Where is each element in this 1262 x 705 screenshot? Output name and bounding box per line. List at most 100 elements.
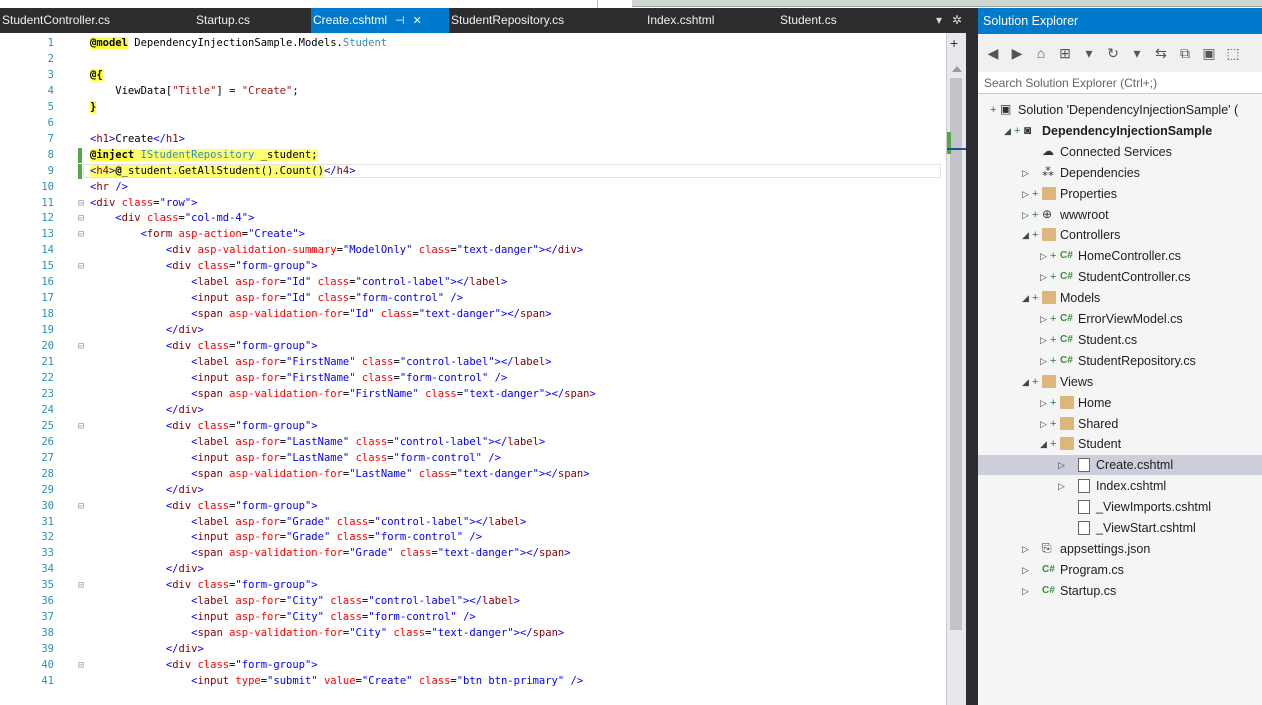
tree-item-dependencies[interactable]: ▷ ⁂ Dependencies: [978, 163, 1262, 183]
tab-studentcontroller-cs[interactable]: StudentController.cs: [0, 8, 194, 33]
collapse-icon[interactable]: ⊟: [78, 658, 84, 673]
tree-item-models[interactable]: ◢ + Models: [978, 288, 1262, 308]
tree-item-home[interactable]: ▷ + Home: [978, 393, 1262, 413]
tree-item-create-cshtml[interactable]: ▷ Create.cshtml: [978, 455, 1262, 476]
code-line[interactable]: 13 ⊟ <form asp-action="Create">: [0, 227, 946, 242]
collapse-icon[interactable]: ⊟: [78, 419, 84, 434]
close-tab-icon[interactable]: ✕: [413, 9, 422, 33]
code-line[interactable]: 10 <hr />: [0, 180, 946, 195]
collapsed-arrow-icon[interactable]: ▷: [1022, 560, 1029, 580]
tree-item-solution-dependencyinjectionsample[interactable]: + ▣ Solution 'DependencyInjectionSample' (: [978, 100, 1262, 120]
collapse-icon[interactable]: ⊟: [78, 227, 84, 242]
editor-vertical-scrollbar[interactable]: +: [946, 33, 967, 705]
expanded-arrow-icon[interactable]: ◢: [1004, 121, 1011, 141]
code-line[interactable]: 24 </div>: [0, 403, 946, 418]
collapsed-arrow-icon[interactable]: ▷: [1022, 163, 1029, 183]
expanded-arrow-icon[interactable]: ◢: [1022, 372, 1029, 392]
collapsed-arrow-icon[interactable]: ▷: [1040, 309, 1047, 329]
collapsed-arrow-icon[interactable]: ▷: [1040, 330, 1047, 350]
code-line[interactable]: 33 <span asp-validation-for="Grade" clas…: [0, 546, 946, 561]
code-line[interactable]: 8 @inject IStudentRepository _student;: [0, 147, 946, 163]
tab-startup-cs[interactable]: Startup.cs: [194, 8, 311, 33]
collapse-icon[interactable]: ⊟: [78, 499, 84, 514]
properties-icon[interactable]: ⬚: [1224, 43, 1242, 63]
code-line[interactable]: 32 <input asp-for="Grade" class="form-co…: [0, 530, 946, 545]
tree-item-startup-cs[interactable]: ▷ C# Startup.cs: [978, 581, 1262, 601]
code-editor[interactable]: 1 @model DependencyInjectionSample.Models…: [0, 33, 946, 705]
collapsed-arrow-icon[interactable]: ▷: [1040, 246, 1047, 266]
code-line[interactable]: 29 </div>: [0, 483, 946, 498]
expanded-arrow-icon[interactable]: ◢: [1022, 288, 1029, 308]
collapsed-arrow-icon[interactable]: ▷: [1040, 414, 1047, 434]
tree-item-controllers[interactable]: ◢ + Controllers: [978, 225, 1262, 245]
tab-dropdown-icon[interactable]: ▾: [936, 8, 942, 33]
tree-item-views[interactable]: ◢ + Views: [978, 372, 1262, 392]
scrollbar-thumb[interactable]: [950, 78, 962, 630]
back-icon[interactable]: ◀: [984, 43, 1002, 63]
tree-item-errorviewmodel-cs[interactable]: ▷ + C# ErrorViewModel.cs: [978, 309, 1262, 329]
tab-student-cs[interactable]: Student.cs: [778, 8, 936, 33]
pending-changes-icon[interactable]: ↻: [1104, 43, 1122, 63]
tree-item-viewstart-cshtml[interactable]: _ViewStart.cshtml: [978, 518, 1262, 538]
code-line[interactable]: 37 <input asp-for="City" class="form-con…: [0, 610, 946, 625]
tree-item-wwwroot[interactable]: ▷ + ⊕ wwwroot: [978, 205, 1262, 225]
settings-icon[interactable]: ✲: [952, 8, 962, 33]
collapsed-arrow-icon[interactable]: ▷: [1022, 184, 1029, 204]
code-line[interactable]: 25 ⊟ <div class="form-group">: [0, 419, 946, 434]
tree-item-shared[interactable]: ▷ + Shared: [978, 414, 1262, 434]
tree-item-connected-services[interactable]: ☁ Connected Services: [978, 142, 1262, 162]
code-line[interactable]: 5}: [0, 100, 946, 115]
home-icon[interactable]: ⌂: [1032, 43, 1050, 63]
tree-item-index-cshtml[interactable]: ▷ Index.cshtml: [978, 476, 1262, 496]
collapsed-arrow-icon[interactable]: ▷: [1022, 205, 1029, 225]
show-all-files-icon[interactable]: ▣: [1200, 43, 1218, 63]
collapsed-arrow-icon[interactable]: ▷: [1022, 539, 1029, 559]
collapsed-arrow-icon[interactable]: ▷: [1040, 267, 1047, 287]
collapse-icon[interactable]: ⊟: [78, 578, 84, 593]
code-line[interactable]: 31 <label asp-for="Grade" class="control…: [0, 515, 946, 530]
code-line[interactable]: 27 <input asp-for="LastName" class="form…: [0, 451, 946, 466]
pin-icon[interactable]: ⊣: [395, 9, 405, 33]
code-line[interactable]: 36 <label asp-for="City" class="control-…: [0, 594, 946, 609]
tree-item-appsettings-json[interactable]: ▷ ⎘ appsettings.json: [978, 539, 1262, 559]
code-line[interactable]: 2: [0, 52, 946, 67]
collapse-icon[interactable]: ⊟: [78, 196, 84, 211]
tree-item-studentrepository-cs[interactable]: ▷ + C# StudentRepository.cs: [978, 351, 1262, 371]
tree-item-dependencyinjectionsample[interactable]: ◢ + ◙ DependencyInjectionSample: [978, 121, 1262, 141]
tab-studentrepository-cs[interactable]: StudentRepository.cs: [449, 8, 645, 33]
tree-item-properties[interactable]: ▷ + Properties: [978, 184, 1262, 204]
code-line[interactable]: 39 </div>: [0, 642, 946, 657]
dropdown-icon[interactable]: ▾: [1128, 43, 1146, 63]
switch-views-icon[interactable]: ⊞: [1056, 43, 1074, 63]
code-line[interactable]: 34 </div>: [0, 562, 946, 577]
collapse-icon[interactable]: ⊟: [78, 339, 84, 354]
collapse-icon[interactable]: ⊟: [78, 259, 84, 274]
tree-item-homecontroller-cs[interactable]: ▷ + C# HomeController.cs: [978, 246, 1262, 266]
code-line[interactable]: 30 ⊟ <div class="form-group">: [0, 499, 946, 514]
code-line[interactable]: 17 <input asp-for="Id" class="form-contr…: [0, 291, 946, 306]
code-line[interactable]: 16 <label asp-for="Id" class="control-la…: [0, 275, 946, 290]
code-line[interactable]: 12 ⊟ <div class="col-md-4">: [0, 211, 946, 226]
code-line[interactable]: 28 <span asp-validation-for="LastName" c…: [0, 467, 946, 482]
code-line[interactable]: 35 ⊟ <div class="form-group">: [0, 578, 946, 593]
forward-icon[interactable]: ▶: [1008, 43, 1026, 63]
dropdown-icon[interactable]: ▾: [1080, 43, 1098, 63]
tree-item-student-cs[interactable]: ▷ + C# Student.cs: [978, 330, 1262, 350]
code-line[interactable]: 23 <span asp-validation-for="FirstName" …: [0, 387, 946, 402]
code-line[interactable]: 26 <label asp-for="LastName" class="cont…: [0, 435, 946, 450]
expanded-arrow-icon[interactable]: ◢: [1022, 225, 1029, 245]
collapse-all-icon[interactable]: ⧉: [1176, 43, 1194, 63]
code-line[interactable]: 20 ⊟ <div class="form-group">: [0, 339, 946, 354]
code-line[interactable]: 1 @model DependencyInjectionSample.Models…: [0, 36, 946, 51]
panel-divider[interactable]: [966, 8, 978, 705]
code-line[interactable]: 21 <label asp-for="FirstName" class="con…: [0, 355, 946, 370]
tree-item-student[interactable]: ◢ + Student: [978, 434, 1262, 454]
code-line[interactable]: 41 <input type="submit" value="Create" c…: [0, 674, 946, 689]
code-line[interactable]: 18 <span asp-validation-for="Id" class="…: [0, 307, 946, 322]
tree-item-program-cs[interactable]: ▷ C# Program.cs: [978, 560, 1262, 580]
collapsed-arrow-icon[interactable]: ▷: [1022, 581, 1029, 601]
code-line[interactable]: 19 </div>: [0, 323, 946, 338]
solution-explorer-search-input[interactable]: Search Solution Explorer (Ctrl+;): [978, 72, 1262, 94]
collapsed-arrow-icon[interactable]: ▷: [1040, 393, 1047, 413]
collapse-icon[interactable]: ⊟: [78, 211, 84, 226]
